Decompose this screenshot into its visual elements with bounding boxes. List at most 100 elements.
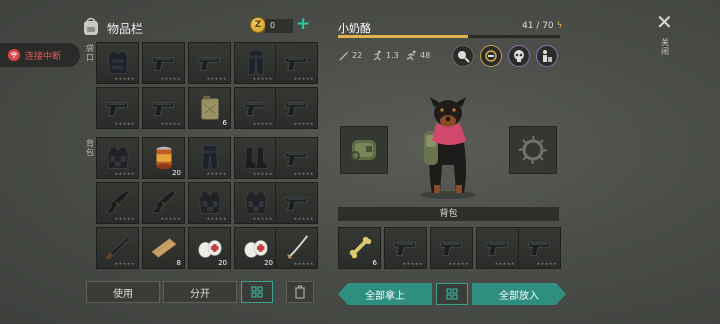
connection-status[interactable]: 连接中断 (0, 43, 80, 67)
wifi-icon (8, 49, 20, 61)
coin-count: 0 (265, 19, 293, 33)
item-rarity-stars: ★★★★★ (252, 171, 273, 176)
discard-button[interactable] (286, 281, 314, 303)
inventory-slot[interactable]: 6 (188, 87, 231, 129)
item-rarity-stars: ★★★★★ (494, 261, 515, 266)
inventory-slot[interactable]: 20 (234, 227, 277, 269)
inventory-slot[interactable]: ★★★★★ (96, 87, 139, 129)
item-quantity: 20 (172, 169, 181, 177)
skill-track[interactable] (452, 45, 474, 67)
pet-backpack-slot[interactable]: ★★★★★ (430, 227, 473, 269)
inventory-slot[interactable]: ★★★★★ (96, 227, 139, 269)
pet-backpack-slot[interactable]: ★★★★★ (476, 227, 519, 269)
item-rarity-stars: ★★★★★ (114, 216, 135, 221)
stamina-stat: 48 (406, 50, 430, 61)
spiked-collar-icon (518, 135, 548, 165)
pet-backpack-slot[interactable]: ★★★★★ (518, 227, 561, 269)
pet-dog-portrait (420, 97, 476, 199)
backpack-icon (84, 17, 98, 35)
bone-loop-icon (485, 50, 497, 62)
inventory-slot[interactable]: ★★★★★ (275, 87, 318, 129)
item-quantity: 8 (176, 259, 181, 267)
trash-icon (295, 285, 305, 299)
item-rarity-stars: ★★★★★ (293, 171, 314, 176)
inventory-slot[interactable]: ★★★★★ (275, 137, 318, 179)
inventory-slot[interactable]: ★★★★★ (234, 182, 277, 224)
pet-backpack-slot[interactable]: 6 (338, 227, 381, 269)
item-rarity-stars: ★★★★★ (206, 76, 227, 81)
sprint-icon (406, 50, 416, 61)
inventory-slot[interactable]: ★★★★★ (275, 227, 318, 269)
item-rarity-stars: ★★★★★ (114, 261, 135, 266)
item-rarity-stars: ★★★★★ (114, 171, 135, 176)
connection-status-label: 连接中断 (25, 51, 62, 62)
inventory-slot[interactable]: ★★★★★ (96, 182, 139, 224)
inventory-slot[interactable]: ★★★★★ (234, 87, 277, 129)
pet-hp: 41 / 70 ϟ (522, 21, 562, 31)
guard-figure-icon (543, 50, 552, 62)
item-rarity-stars: ★★★★★ (252, 76, 273, 81)
item-rarity-stars: ★★★★★ (293, 216, 314, 221)
item-rarity-stars: ★★★★★ (402, 261, 423, 266)
inventory-slot[interactable]: ★★★★★ (188, 42, 231, 84)
inventory-slot[interactable]: ★★★★★ (142, 42, 185, 84)
skull-icon (514, 50, 524, 62)
inventory-slot[interactable]: ★★★★★ (275, 182, 318, 224)
pet-name: 小奶酪 (338, 22, 371, 35)
item-rarity-stars: ★★★★★ (293, 121, 314, 126)
item-rarity-stars: ★★★★★ (293, 76, 314, 81)
dog-armor-icon (350, 140, 376, 161)
pet-backpack-slot[interactable]: ★★★★★ (384, 227, 427, 269)
inventory-slot[interactable]: ★★★★★ (234, 42, 277, 84)
split-button[interactable]: 分开 (163, 281, 237, 303)
put-all-button[interactable]: 全部放入 (472, 283, 566, 305)
pet-armor-slot[interactable] (340, 126, 388, 174)
item-rarity-stars: ★★★★★ (206, 171, 227, 176)
item-rarity-stars: ★★★★★ (114, 121, 135, 126)
item-rarity-stars: ★★★★★ (536, 261, 557, 266)
item-quantity: 6 (372, 259, 377, 267)
grid-icon (446, 288, 458, 300)
magnifier-icon (458, 51, 470, 63)
pet-hp-bar (338, 35, 560, 38)
sword-icon (338, 50, 349, 61)
item-quantity: 20 (264, 259, 273, 267)
attack-stat: 22 (338, 50, 362, 61)
item-rarity-stars: ★★★★★ (293, 261, 314, 266)
item-quantity: 6 (222, 119, 227, 127)
close-label: 关闭 (661, 38, 669, 56)
inventory-slot[interactable]: ★★★★★ (188, 137, 231, 179)
grid-icon (251, 286, 263, 298)
inventory-slot[interactable]: ★★★★★ (142, 87, 185, 129)
item-rarity-stars: ★★★★★ (160, 121, 181, 126)
pocket-section-label: 袋口 (86, 44, 94, 62)
inventory-slot[interactable]: 8 (142, 227, 185, 269)
use-button[interactable]: 使用 (86, 281, 160, 303)
inventory-slot[interactable]: 20 (188, 227, 231, 269)
item-rarity-stars: ★★★★★ (160, 76, 181, 81)
pet-sort-button[interactable] (436, 283, 468, 305)
item-rarity-stars: ★★★★★ (252, 121, 273, 126)
inventory-slot[interactable]: ★★★★★ (234, 137, 277, 179)
skill-attack[interactable] (508, 45, 530, 67)
pet-backpack-label: 背包 (338, 207, 559, 221)
inventory-slot[interactable]: ★★★★★ (142, 182, 185, 224)
take-all-button[interactable]: 全部拿上 (338, 283, 432, 305)
inventory-slot[interactable]: ★★★★★ (188, 182, 231, 224)
pet-collar-slot[interactable] (509, 126, 557, 174)
backpack-section-label: 背包 (86, 139, 94, 157)
item-rarity-stars: ★★★★★ (252, 216, 273, 221)
inventory-title: 物品栏 (107, 22, 144, 36)
pet-hp-bar-fill (338, 35, 469, 38)
skill-guard[interactable] (536, 45, 558, 67)
skill-fetch[interactable] (480, 45, 502, 67)
add-coins-button[interactable]: + (296, 15, 310, 33)
close-icon[interactable]: ✕ (656, 12, 673, 32)
sort-button[interactable] (241, 281, 273, 303)
inventory-slot[interactable]: ★★★★★ (96, 42, 139, 84)
inventory-slot[interactable]: ★★★★★ (275, 42, 318, 84)
inventory-slot[interactable]: ★★★★★ (96, 137, 139, 179)
inventory-slot[interactable]: 20 (142, 137, 185, 179)
runner-icon (373, 50, 381, 61)
item-rarity-stars: ★★★★★ (114, 76, 135, 81)
